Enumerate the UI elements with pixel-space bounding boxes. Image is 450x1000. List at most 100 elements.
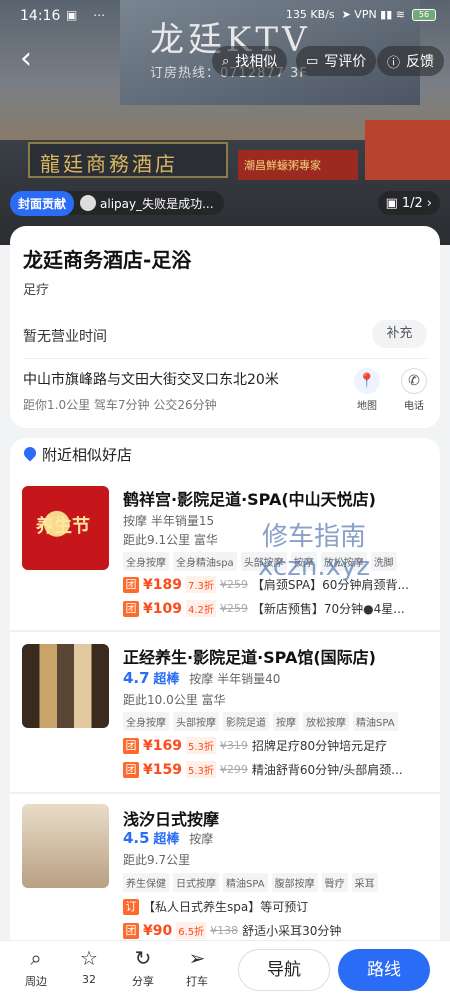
net-speed: 135 KB/s xyxy=(285,8,335,21)
location-pin-icon xyxy=(24,447,36,462)
divider xyxy=(23,358,427,359)
list-item[interactable]: 浅汐日式按摩 4.5 超棒 按摩 距此9.7公里 养生保健 日式按摩 精油SPA… xyxy=(10,802,440,958)
status-time: 14:16 xyxy=(20,8,61,24)
shop-thumbnail xyxy=(22,804,109,888)
feedback-icon: ⓘ xyxy=(387,55,401,71)
tag: 洗脚 xyxy=(370,552,397,571)
booking-description: 【私人日式养生spa】等可预订 xyxy=(143,900,309,914)
tag: 精油SPA xyxy=(353,712,398,731)
watermark: 修车指南 xczn.xyz xyxy=(258,522,370,582)
shop-rating-line: 4.7 超棒 按摩 半年销量40 xyxy=(123,668,280,687)
deal-type-badge: 团 xyxy=(123,737,139,754)
list-item[interactable]: 养生节 鹤祥宫·影院足道·SPA(中山天悦店) 按摩 半年销量15 距此9.1公… xyxy=(10,482,440,632)
photo-count: 1/2 xyxy=(401,195,423,211)
route-button[interactable]: 路线 xyxy=(338,949,430,991)
photo-gallery-button[interactable]: ▣ 1/2 › xyxy=(377,191,440,215)
shop-address[interactable]: 中山市旗峰路与文田大街交叉口东北20米 xyxy=(23,369,279,389)
shop-rating: 4.5 xyxy=(123,829,150,847)
shop-distance: 距你1.0公里 驾车7分钟 公交26分钟 xyxy=(23,398,217,412)
taxi-label: 打车 xyxy=(186,975,208,988)
shop-title: 浅汐日式按摩 xyxy=(123,810,220,829)
business-hours: 暂无营业时间 xyxy=(23,329,107,345)
navigate-button[interactable]: 导航 xyxy=(238,949,330,991)
deal-original-price: ¥319 xyxy=(219,739,248,752)
deal-original-price: ¥259 xyxy=(219,602,248,615)
deal-row[interactable]: 团 ¥109 4.2折 ¥259 【新店预售】70分钟●4星... xyxy=(123,600,405,617)
notification-icons: ▣ ⋯ xyxy=(66,8,112,22)
search-icon: ⌕ xyxy=(30,946,42,970)
shop-distance: 距此9.1公里 富华 xyxy=(123,533,218,547)
tag: 全身按摩 xyxy=(123,712,169,731)
rating-tag: 超棒 xyxy=(153,672,180,687)
deal-row[interactable]: 团 ¥169 5.3折 ¥319 招牌足疗80分钟培元足疗 xyxy=(123,737,387,754)
phone-label: 电话 xyxy=(404,401,424,412)
deal-row[interactable]: 团 ¥159 5.3折 ¥299 精油舒背60分钟/头部肩颈... xyxy=(123,761,403,778)
map-button[interactable]: 📍 地图 xyxy=(347,368,387,412)
favorite-button[interactable]: ☆ 32 xyxy=(71,947,107,986)
nearby-title: 附近相似好店 xyxy=(42,446,133,464)
deal-original-price: ¥299 xyxy=(219,763,248,776)
shop-meta: 按摩 半年销量40 xyxy=(189,672,281,686)
list-item[interactable]: 正经养生·影院足道·SPA馆(国际店) 4.7 超棒 按摩 半年销量40 距此1… xyxy=(10,642,440,794)
share-icon: ↻ xyxy=(134,946,152,970)
shop-rating: 4.7 xyxy=(123,669,150,687)
signal-icons: ➤ VPN ▮▮ ≋ xyxy=(341,8,405,21)
shop-distance: 距此9.7公里 xyxy=(123,853,191,867)
deal-type-badge: 团 xyxy=(123,600,139,617)
favorite-count: 32 xyxy=(82,973,96,986)
tag: 日式按摩 xyxy=(173,873,219,892)
deal-price: ¥90 xyxy=(143,922,173,939)
find-similar-label: 找相似 xyxy=(235,54,278,70)
cover-contributor[interactable]: 封面贡献 alipay_失败是成功... xyxy=(10,190,224,216)
deal-discount: 4.2折 xyxy=(185,600,216,617)
deal-discount: 5.3折 xyxy=(185,761,216,778)
shop-distance: 距此10.0公里 富华 xyxy=(123,693,226,707)
supplement-button[interactable]: 补充 xyxy=(372,320,427,348)
taxi-button[interactable]: ➢ 打车 xyxy=(179,947,215,989)
bottom-action-bar: ⌕ 周边 ☆ 32 ↻ 分享 ➢ 打车 导航 路线 xyxy=(0,940,450,1000)
find-similar-button[interactable]: ⌕ 找相似 xyxy=(212,46,288,76)
share-label: 分享 xyxy=(132,975,154,988)
deal-row[interactable]: 团 ¥90 6.5折 ¥138 舒适小采耳30分钟 xyxy=(123,922,341,939)
avatar xyxy=(80,195,97,211)
battery-icon: 56 xyxy=(412,8,436,21)
side-sign: 潮昌鮮蠔粥專家 xyxy=(238,150,358,180)
feedback-button[interactable]: ⓘ 反馈 xyxy=(377,46,445,76)
map-label: 地图 xyxy=(357,401,377,412)
watermark-line2: xczn.xyz xyxy=(258,552,371,582)
write-review-button[interactable]: ▭ 写评价 xyxy=(296,46,377,76)
shop-meta: 按摩 xyxy=(189,832,214,846)
booking-row[interactable]: 订 【私人日式养生spa】等可预订 xyxy=(123,898,308,915)
deal-description: 精油舒背60分钟/头部肩颈... xyxy=(251,763,403,777)
deal-type-badge: 团 xyxy=(123,761,139,778)
tag: 臀疗 xyxy=(321,873,348,892)
comment-icon: ▭ xyxy=(306,53,319,69)
tag: 按摩 xyxy=(273,712,299,731)
contributor-name: alipay_失败是成功... xyxy=(100,196,214,211)
cover-badge: 封面贡献 xyxy=(10,190,75,216)
deal-original-price: ¥138 xyxy=(210,924,239,937)
thumbnail-text: 养生节 xyxy=(36,516,90,537)
tag: 腹部按摩 xyxy=(271,873,318,892)
back-button[interactable]: ‹ xyxy=(20,44,48,74)
feedback-label: 反馈 xyxy=(406,54,435,70)
deal-discount: 5.3折 xyxy=(185,737,216,754)
deal-description: 招牌足疗80分钟培元足疗 xyxy=(251,739,388,753)
hotel-sign: 龍廷商務酒店 xyxy=(28,142,228,178)
phone-button[interactable]: ✆ 电话 xyxy=(394,368,434,412)
share-button[interactable]: ↻ 分享 xyxy=(125,947,161,989)
deal-original-price: ¥259 xyxy=(219,578,248,591)
tag: 全身按摩 xyxy=(123,552,169,571)
deal-price: ¥169 xyxy=(143,737,182,754)
taxi-icon: ➢ xyxy=(188,946,206,970)
deal-type-badge: 团 xyxy=(123,922,139,939)
shop-info-card: 龙廷商务酒店-足浴 足疗 暂无营业时间 补充 中山市旗峰路与文田大街交叉口东北2… xyxy=(10,226,440,428)
deal-discount: 7.3折 xyxy=(185,576,216,593)
nearby-button[interactable]: ⌕ 周边 xyxy=(18,947,54,989)
shop-title: 鹤祥宫·影院足道·SPA(中山天悦店) xyxy=(123,490,376,509)
red-sign xyxy=(365,120,450,180)
tag-list: 养生保健 日式按摩 精油SPA 腹部按摩 臀疗 采耳 xyxy=(123,873,378,892)
booking-badge: 订 xyxy=(123,898,139,915)
shop-meta: 按摩 半年销量15 xyxy=(123,514,215,528)
rating-tag: 超棒 xyxy=(153,832,180,847)
